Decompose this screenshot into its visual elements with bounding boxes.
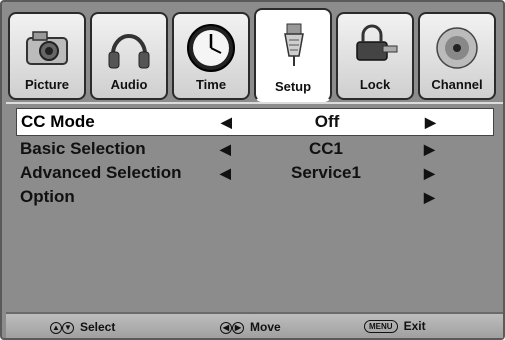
menu-row-cc-mode[interactable]: CC Mode ◀ Off ▶ — [16, 108, 494, 136]
tab-label: Picture — [24, 77, 70, 92]
clock-icon — [187, 24, 235, 72]
up-down-icon: ▲ ▼ — [50, 319, 74, 334]
select-label: Select — [80, 319, 116, 334]
menu-key-icon: MENU — [364, 319, 398, 333]
tab-audio[interactable]: Audio — [90, 12, 168, 100]
tab-channel[interactable]: Channel — [418, 12, 496, 100]
tab-label: Lock — [359, 77, 391, 92]
osd-menu-frame: Picture Audio Time Setup Lock Channel CC… — [0, 0, 505, 340]
tab-picture[interactable]: Picture — [8, 12, 86, 100]
lock-icon — [356, 24, 398, 61]
key-hint-bar: ▲ ▼ Select ◀ ▶ Move MENU Exit — [6, 312, 503, 338]
tab-bar: Picture Audio Time Setup Lock Channel — [6, 8, 503, 104]
move-label: Move — [250, 319, 281, 334]
move-hint: ◀ ▶ Move — [220, 319, 281, 334]
tab-label: Audio — [110, 77, 148, 92]
setup-menu-panel: CC Mode ◀ Off ▶ Basic Selection ◀ CC1 ▶ … — [6, 102, 503, 312]
wrench-icon — [284, 23, 304, 66]
exit-hint: MENU Exit — [364, 319, 426, 333]
tab-setup[interactable]: Setup — [254, 8, 332, 102]
right-arrow-icon[interactable]: ▶ — [425, 114, 436, 131]
headphones-icon — [108, 34, 150, 69]
menu-row-value: Service1 — [291, 163, 361, 182]
left-arrow-icon[interactable]: ◀ — [221, 114, 232, 131]
left-arrow-icon[interactable]: ◀ — [220, 165, 231, 182]
select-hint: ▲ ▼ Select — [50, 319, 115, 334]
left-arrow-icon[interactable]: ◀ — [220, 141, 231, 158]
menu-row-value: Off — [314, 112, 340, 131]
exit-label: Exit — [403, 319, 426, 333]
menu-row-label: CC Mode — [21, 112, 95, 131]
menu-row-value: CC1 — [308, 139, 343, 158]
left-right-icon: ◀ ▶ — [220, 319, 244, 334]
tab-time[interactable]: Time — [172, 12, 250, 100]
satellite-dish-icon — [436, 27, 478, 69]
menu-row-label: Option — [20, 187, 75, 206]
menu-row-option[interactable]: Option ▶ — [16, 184, 494, 212]
camera-icon — [26, 31, 68, 65]
right-arrow-icon[interactable]: ▶ — [424, 189, 435, 206]
tab-lock[interactable]: Lock — [336, 12, 414, 100]
right-arrow-icon[interactable]: ▶ — [424, 165, 435, 182]
tab-label: Setup — [274, 79, 312, 94]
tab-label: Channel — [431, 77, 483, 92]
tab-label: Time — [195, 77, 227, 92]
menu-row-label: Advanced Selection — [20, 163, 182, 182]
menu-row-label: Basic Selection — [20, 139, 146, 158]
right-arrow-icon[interactable]: ▶ — [424, 141, 435, 158]
